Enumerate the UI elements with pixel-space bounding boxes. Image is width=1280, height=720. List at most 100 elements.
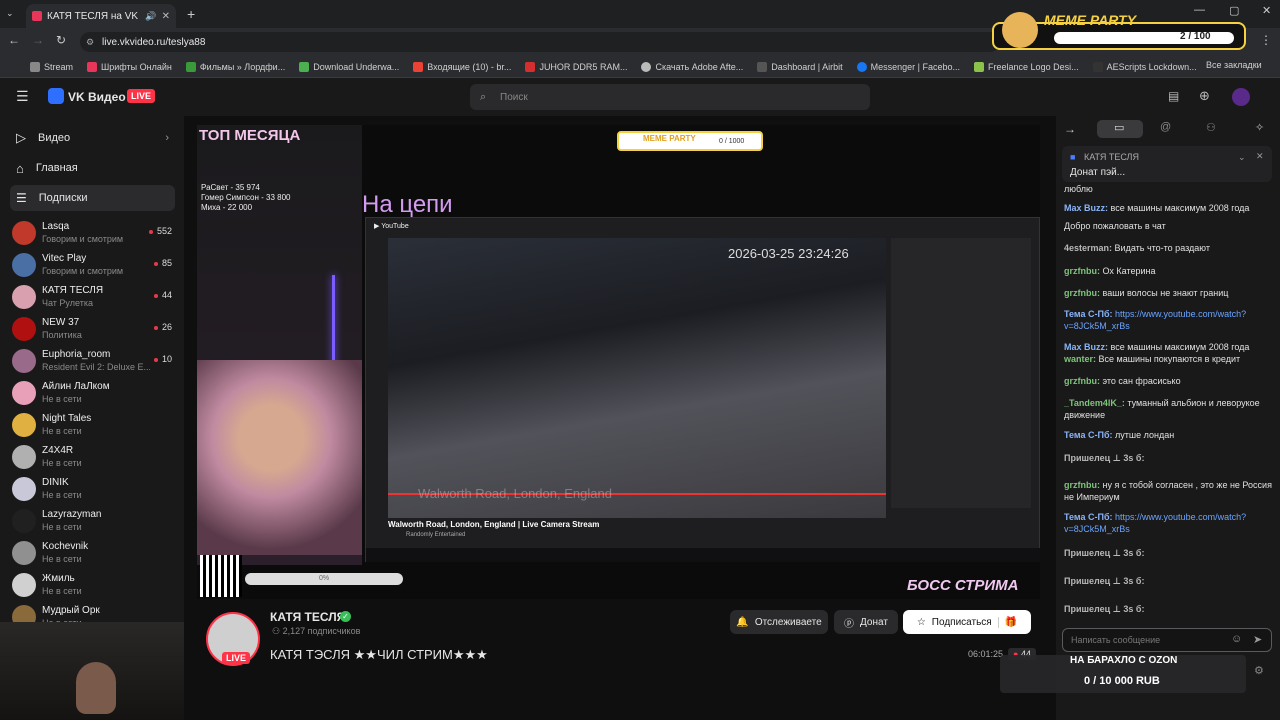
sidebar-item-home[interactable]: ⌂ Главная <box>10 155 175 181</box>
bookmark-label: Входящие (10) - br... <box>427 61 512 72</box>
chat-username[interactable]: _Tandem4lK_: <box>1064 398 1125 408</box>
chat-username[interactable]: Тема С-Пб: <box>1064 430 1113 440</box>
donate-button[interactable]: ⓟ Донат <box>834 610 898 634</box>
video-player[interactable]: ТОП МЕСЯЦА РаСвет - 35 974 Гомер Симпсон… <box>197 125 1040 599</box>
channel-viewer-count: 85 <box>154 258 172 268</box>
viewers-icon[interactable]: ⚇ <box>1206 121 1216 134</box>
site-info-icon[interactable]: ⚙ <box>86 37 94 48</box>
sidebar-channel[interactable]: Night Tales Не в сети <box>10 410 180 440</box>
chat-username[interactable]: Пришелец ⊥ 3s б: <box>1064 576 1144 586</box>
bookmark-item[interactable]: AEScripts Lockdown... <box>1092 61 1197 72</box>
bookmark-item[interactable]: Скачать Adobe Afte... <box>641 61 743 72</box>
video-watermark: Walworth Road, London, England <box>418 486 612 501</box>
chat-username[interactable]: Пришелец ⊥ 3s б: <box>1064 548 1144 558</box>
sidebar-channel[interactable]: Kochevnik Не в сети <box>10 538 180 568</box>
bookmark-item[interactable]: Stream <box>30 61 73 72</box>
chat-username[interactable]: grzfnbu: <box>1064 376 1100 386</box>
sidebar-item-video[interactable]: ▷ Видео › <box>10 125 175 151</box>
chat-message: grzfnbu: ваши волосы не знают границ <box>1064 287 1274 299</box>
sidebar-channel[interactable]: Vitec Play Говорим и смотрим 85 <box>10 250 180 280</box>
bookmark-item[interactable]: Фильмы » Лордфи... <box>185 61 286 72</box>
audio-icon[interactable]: 🔊 <box>145 11 156 22</box>
chat-username[interactable]: grzfnbu: <box>1064 288 1100 298</box>
chat-username[interactable]: Max Buzz: <box>1064 342 1108 352</box>
forward-icon[interactable]: → <box>32 33 44 47</box>
pinned-message[interactable]: ■ КАТЯ ТЕСЛЯ Донат пэй... ⌄ ✕ <box>1062 146 1272 182</box>
gift-icon[interactable]: 🎁 <box>997 616 1017 628</box>
mentions-icon[interactable]: @ <box>1160 121 1171 133</box>
chat-username[interactable]: grzfnbu: <box>1064 266 1100 276</box>
subscriber-count-text: 2,127 подписчиков <box>282 626 361 636</box>
collapse-chat-icon[interactable]: → <box>1064 122 1076 136</box>
chat-username[interactable]: Пришелец ⊥ 3s б: <box>1064 604 1144 614</box>
channel-name: Мудрый Орк <box>42 605 100 616</box>
add-icon[interactable]: ⊕ <box>1199 88 1210 104</box>
settings-icon[interactable]: ✧ <box>1255 121 1264 134</box>
all-bookmarks[interactable]: Все закладки <box>1206 60 1262 70</box>
channel-avatar <box>12 509 36 533</box>
close-icon[interactable]: ✕ <box>1256 151 1264 162</box>
browser-tab[interactable]: КАТЯ ТЕСЛЯ на VK Видео | 🔊 ✕ <box>26 4 176 28</box>
chat-username[interactable]: Тема С-Пб: <box>1064 309 1113 319</box>
new-tab-icon[interactable]: + <box>187 6 195 22</box>
channel-status: Не в сети <box>42 490 82 500</box>
bookmark-item[interactable]: Freelance Logo Desi... <box>974 61 1079 72</box>
sidebar-channel[interactable]: DINIK Не в сети <box>10 474 180 504</box>
channel-name: Z4X4R <box>42 445 74 456</box>
url-text: live.vkvideo.ru/teslya88 <box>102 36 206 48</box>
bookmark-item[interactable]: Download Underwa... <box>299 61 399 72</box>
reload-icon[interactable]: ↻ <box>56 33 66 47</box>
chevron-down-icon[interactable]: ⌄ <box>1238 152 1246 163</box>
bookmark-label: Фильмы » Лордфи... <box>199 61 286 72</box>
bookmark-item[interactable]: Dashboard | Airbit <box>757 61 843 72</box>
browser-menu-icon[interactable]: ⋮ <box>1260 33 1272 47</box>
chat-username[interactable]: Max Buzz: <box>1064 203 1108 213</box>
close-tab-icon[interactable]: ✕ <box>162 11 170 22</box>
search-input[interactable]: ⌕ Поиск <box>470 84 870 110</box>
camera-timestamp: 2026-03-25 23:24:26 <box>728 246 849 261</box>
chat-message: Тема С-Пб: лутше лондан <box>1064 429 1274 441</box>
chat-username[interactable]: 4esterman: <box>1064 243 1112 253</box>
sidebar-channel[interactable]: Euphoria_room Resident Evil 2: Deluxe E..… <box>10 346 180 376</box>
channel-name: Lasqa <box>42 221 70 232</box>
url-field[interactable]: ⚙ live.vkvideo.ru/teslya88 <box>80 32 1000 52</box>
vk-logo-text[interactable]: VK Видео <box>68 90 126 104</box>
captured-video-title: Walworth Road, London, England | Live Ca… <box>388 520 600 529</box>
channel-viewer-count: 552 <box>149 226 172 236</box>
send-icon[interactable]: ➤ <box>1253 633 1262 646</box>
minimize-icon[interactable]: — <box>1194 4 1205 16</box>
following-button[interactable]: 🔔 Отслеживаете <box>730 610 828 634</box>
chat-username[interactable]: wanter: <box>1064 354 1096 364</box>
chat-username[interactable]: grzfnbu: <box>1064 480 1100 490</box>
chat-settings-icon[interactable]: ⚙ <box>1254 664 1264 677</box>
tab-list-icon[interactable]: ⌄ <box>6 8 18 20</box>
menu-icon[interactable]: ☰ <box>16 88 29 105</box>
sidebar-channel[interactable]: NEW 37 Политика 26 <box>10 314 180 344</box>
sidebar-channel[interactable]: Lazyrazyman Не в сети <box>10 506 180 536</box>
chat-username[interactable]: Пришелец ⊥ 3s б: <box>1064 453 1144 463</box>
vk-logo-icon[interactable] <box>48 88 64 104</box>
sidebar-channel[interactable]: КАТЯ ТЕСЛЯ Чат Рулетка 44 <box>10 282 180 312</box>
close-window-icon[interactable]: ✕ <box>1262 4 1271 17</box>
subscribe-button[interactable]: ☆ Подписаться 🎁 <box>903 610 1031 634</box>
emoji-icon[interactable]: ☺ <box>1231 633 1242 645</box>
chat-username[interactable]: Тема С-Пб: <box>1064 512 1113 522</box>
bookmark-item[interactable]: Входящие (10) - br... <box>413 61 512 72</box>
sidebar-channel[interactable]: Жмиль Не в сети <box>10 570 180 600</box>
maximize-icon[interactable]: ▢ <box>1229 4 1239 17</box>
bookmark-item[interactable]: Messenger | Facebo... <box>856 61 960 72</box>
back-icon[interactable]: ← <box>8 33 20 47</box>
bookmark-item[interactable]: JUHOR DDR5 RAM... <box>525 61 627 72</box>
sidebar-channel[interactable]: Z4X4R Не в сети <box>10 442 180 472</box>
profile-avatar[interactable] <box>1232 88 1250 106</box>
bookmark-item[interactable]: Шрифты Онлайн <box>87 61 172 72</box>
chat-input[interactable]: Написать сообщение ☺ ➤ <box>1062 628 1272 652</box>
chat-message: grzfnbu: ну я с тобой согласен , это же … <box>1064 479 1274 503</box>
sidebar-channel[interactable]: Айлин ЛаЛком Не в сети <box>10 378 180 408</box>
sidebar-item-subscriptions[interactable]: ☰ Подписки <box>10 185 175 211</box>
channel-status: Не в сети <box>42 458 82 468</box>
subscriptions-icon[interactable]: ▤ <box>1168 89 1179 103</box>
streamer-name[interactable]: КАТЯ ТЕСЛЯ <box>270 610 345 624</box>
sidebar-channel[interactable]: Lasqa Говорим и смотрим 552 <box>10 218 180 248</box>
channel-avatar <box>12 285 36 309</box>
